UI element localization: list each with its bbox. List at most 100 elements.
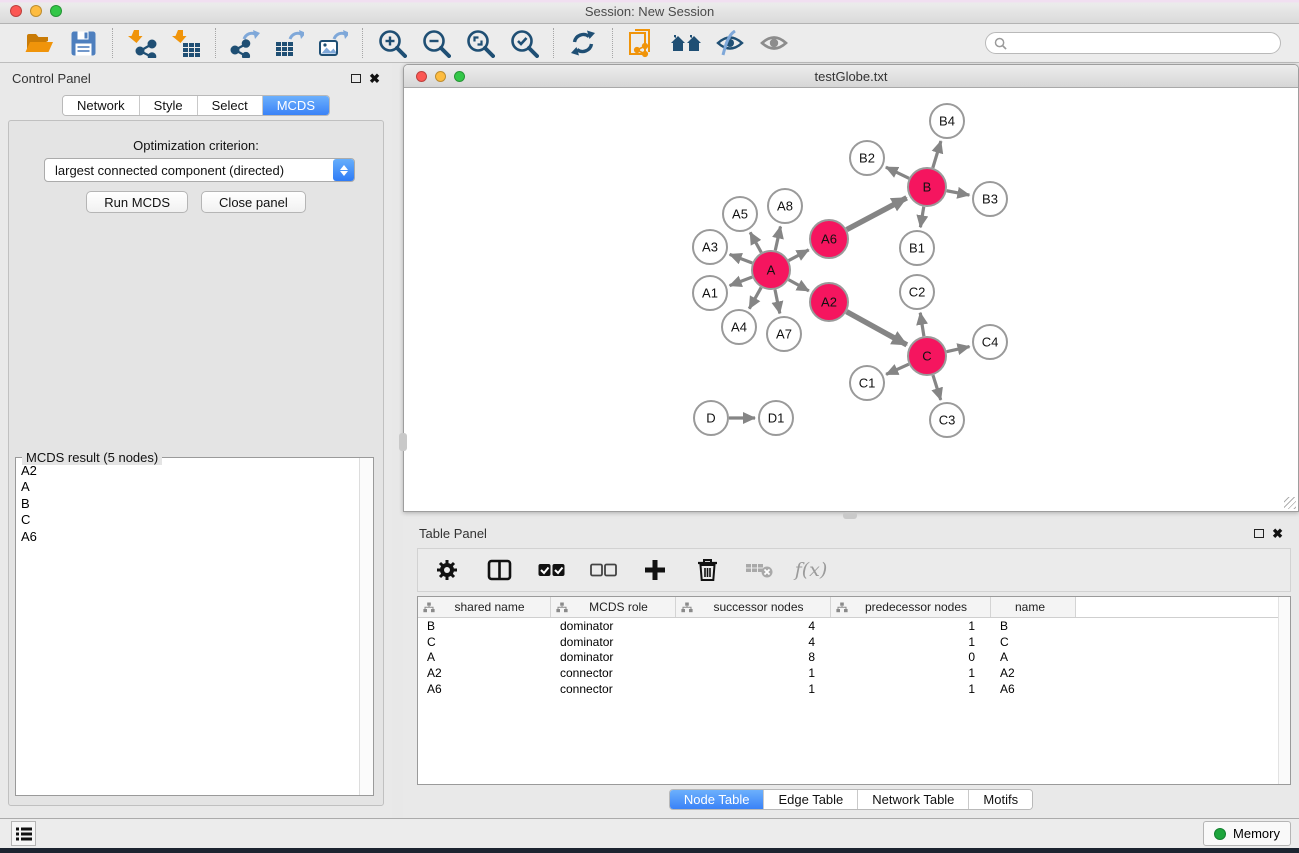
graph-edge-A-A2[interactable]	[789, 280, 809, 291]
tab-node-table[interactable]: Node Table	[670, 790, 764, 809]
column-header-shared-name[interactable]: shared name	[418, 597, 551, 617]
graph-edge-C-C2[interactable]	[920, 313, 924, 336]
zoom-window-button[interactable]	[50, 5, 62, 17]
result-item[interactable]: A	[21, 479, 354, 495]
table-row[interactable]: A6connector11A6	[418, 681, 1290, 697]
network-zoom-button[interactable]	[454, 71, 465, 82]
mcds-result-list[interactable]: A2ABCA6	[17, 460, 358, 794]
result-scrollbar[interactable]	[359, 458, 373, 795]
graph-node-A4[interactable]: A4	[722, 310, 756, 344]
graph-edge-A-A3[interactable]	[730, 254, 753, 263]
tab-style[interactable]: Style	[139, 96, 197, 115]
table-row[interactable]: Cdominator41C	[418, 634, 1290, 650]
refresh-button[interactable]	[566, 27, 600, 59]
horizontal-splitter-handle[interactable]	[843, 512, 857, 519]
graph-edge-A-A8[interactable]	[775, 227, 780, 251]
graph-edge-B-B4[interactable]	[933, 141, 941, 168]
graph-node-D[interactable]: D	[694, 401, 728, 435]
graph-node-C[interactable]: C	[908, 337, 946, 375]
export-network-button[interactable]	[228, 27, 262, 59]
graph-edge-A-A4[interactable]	[749, 287, 761, 308]
column-header-predecessor-nodes[interactable]: predecessor nodes	[831, 597, 991, 617]
graph-node-C1[interactable]: C1	[850, 366, 884, 400]
network-graph[interactable]: AA1A2A3A4A5A6A7A8BB1B2B3B4CC1C2C3C4DD1	[404, 88, 1298, 511]
search-field[interactable]	[985, 32, 1281, 54]
graph-node-C4[interactable]: C4	[973, 325, 1007, 359]
graph-node-A8[interactable]: A8	[768, 189, 802, 223]
zoom-in-button[interactable]	[375, 27, 409, 59]
graph-node-C2[interactable]: C2	[900, 275, 934, 309]
network-canvas[interactable]: AA1A2A3A4A5A6A7A8BB1B2B3B4CC1C2C3C4DD1	[404, 88, 1298, 511]
graph-node-B2[interactable]: B2	[850, 141, 884, 175]
column-header-mcds-role[interactable]: MCDS role	[551, 597, 676, 617]
graph-node-B4[interactable]: B4	[930, 104, 964, 138]
close-window-button[interactable]	[10, 5, 22, 17]
show-eye-button[interactable]	[757, 27, 791, 59]
open-session-button[interactable]	[22, 27, 56, 59]
graph-node-C3[interactable]: C3	[930, 403, 964, 437]
import-table-button[interactable]	[169, 27, 203, 59]
close-panel-icon[interactable]: ✖	[369, 72, 380, 85]
graph-edge-A2-C[interactable]	[847, 312, 907, 345]
tab-network-table[interactable]: Network Table	[857, 790, 968, 809]
graph-edge-A-A1[interactable]	[730, 277, 753, 286]
close-panel-button[interactable]: Close panel	[201, 191, 306, 213]
hide-eye-button[interactable]	[713, 27, 747, 59]
minimize-window-button[interactable]	[30, 5, 42, 17]
tab-motifs[interactable]: Motifs	[968, 790, 1032, 809]
export-table-button[interactable]	[272, 27, 306, 59]
show-columns-button[interactable]	[484, 554, 514, 586]
import-network-button[interactable]	[125, 27, 159, 59]
float-table-panel-icon[interactable]	[1254, 529, 1264, 538]
graph-node-A1[interactable]: A1	[693, 276, 727, 310]
vertical-splitter-handle[interactable]	[399, 433, 407, 451]
graph-node-B3[interactable]: B3	[973, 182, 1007, 216]
save-session-button[interactable]	[66, 27, 100, 59]
graph-edge-B-B2[interactable]	[886, 167, 909, 178]
graph-edge-C-C4[interactable]	[947, 347, 970, 352]
search-input[interactable]	[1012, 36, 1272, 50]
delete-table-button[interactable]	[744, 554, 774, 586]
column-header-successor-nodes[interactable]: successor nodes	[676, 597, 831, 617]
result-item[interactable]: B	[21, 496, 354, 512]
graph-node-A6[interactable]: A6	[810, 220, 848, 258]
table-row[interactable]: Adominator80A	[418, 650, 1290, 666]
network-document-button[interactable]	[625, 27, 659, 59]
network-minimize-button[interactable]	[435, 71, 446, 82]
tab-select[interactable]: Select	[197, 96, 262, 115]
graph-node-B1[interactable]: B1	[900, 231, 934, 265]
graph-edge-A-A7[interactable]	[775, 290, 780, 314]
graph-edge-B-B1[interactable]	[920, 207, 923, 228]
graph-node-A[interactable]: A	[752, 251, 790, 289]
result-item[interactable]: A2	[21, 463, 354, 479]
table-scrollbar[interactable]	[1278, 597, 1290, 784]
network-window-titlebar[interactable]: testGlobe.txt	[404, 65, 1298, 88]
memory-button[interactable]: Memory	[1203, 821, 1291, 846]
table-row[interactable]: A2connector11A2	[418, 665, 1290, 681]
zoom-fit-button[interactable]	[463, 27, 497, 59]
houses-button[interactable]	[669, 27, 703, 59]
graph-edge-C-C3[interactable]	[933, 375, 941, 400]
tab-network[interactable]: Network	[63, 96, 139, 115]
float-panel-icon[interactable]	[351, 74, 361, 83]
table-settings-button[interactable]	[432, 554, 462, 586]
delete-column-button[interactable]	[692, 554, 722, 586]
export-image-button[interactable]	[316, 27, 350, 59]
network-close-button[interactable]	[416, 71, 427, 82]
graph-node-A3[interactable]: A3	[693, 230, 727, 264]
optimization-criterion-select[interactable]: largest connected component (directed)	[44, 158, 355, 182]
task-history-button[interactable]	[11, 821, 36, 846]
table-row[interactable]: Bdominator41B	[418, 618, 1290, 634]
close-table-panel-icon[interactable]: ✖	[1272, 527, 1283, 540]
graph-edge-A-A6[interactable]	[789, 250, 809, 261]
add-column-button[interactable]	[640, 554, 670, 586]
result-item[interactable]: C	[21, 512, 354, 528]
column-header-name[interactable]: name	[991, 597, 1076, 617]
zoom-selected-button[interactable]	[507, 27, 541, 59]
graph-node-D1[interactable]: D1	[759, 401, 793, 435]
select-all-button[interactable]	[536, 554, 566, 586]
window-resize-grip[interactable]	[1284, 497, 1296, 509]
graph-edge-C-C1[interactable]	[886, 364, 909, 374]
graph-node-B[interactable]: B	[908, 168, 946, 206]
graph-node-A7[interactable]: A7	[767, 317, 801, 351]
